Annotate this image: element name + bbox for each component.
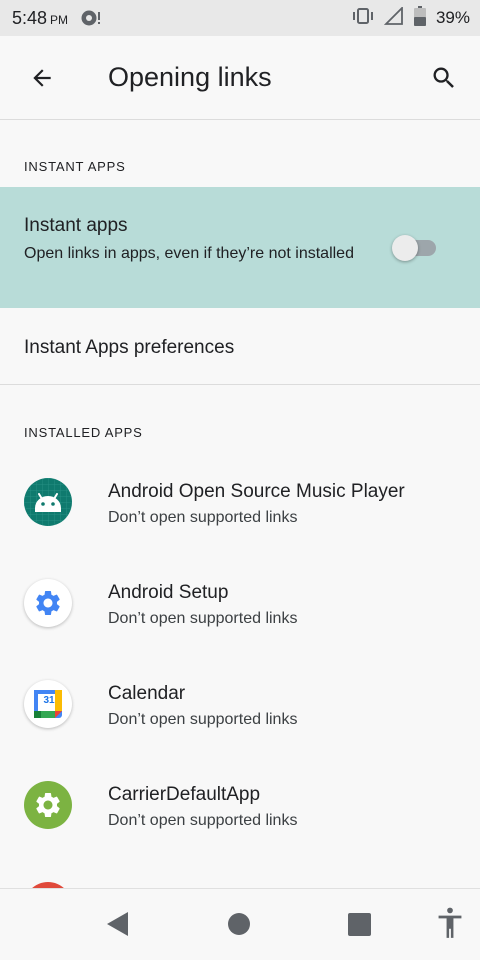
- accessibility-icon[interactable]: [436, 907, 464, 944]
- status-time: 5:48: [12, 7, 48, 28]
- app-link-status: Don’t open supported links: [108, 509, 298, 526]
- status-clock: 5:48 PM: [12, 8, 68, 29]
- app-link-status: Don’t open supported links: [108, 812, 298, 829]
- calendar-icon: 31: [24, 680, 72, 728]
- status-bar: 5:48 PM 39%: [0, 0, 480, 36]
- nav-back-icon[interactable]: [106, 911, 130, 942]
- list-item[interactable]: CarrierDefaultApp Don’t open supported l…: [0, 755, 480, 855]
- battery-icon: [413, 5, 426, 31]
- instant-apps-switch[interactable]: [392, 235, 440, 261]
- list-item[interactable]: 31 Calendar Don’t open supported links: [0, 654, 480, 754]
- instant-apps-title: Instant apps: [24, 215, 128, 236]
- gear-icon: [24, 781, 72, 829]
- signal-icon: [383, 5, 404, 30]
- back-button[interactable]: [22, 62, 62, 94]
- android-icon: [24, 478, 72, 526]
- list-item[interactable]: Android Setup Don’t open supported links: [0, 553, 480, 653]
- notification-icon: [80, 9, 102, 27]
- search-icon: [433, 67, 454, 88]
- switch-thumb: [392, 235, 418, 261]
- section-header-installed-apps: INSTALLED APPS: [24, 425, 143, 440]
- status-icons: 39%: [352, 5, 470, 31]
- navigation-bar: [0, 888, 480, 960]
- app-bar: Opening links: [0, 36, 480, 120]
- instant-apps-summary: Open links in apps, even if they’re not …: [24, 245, 354, 262]
- status-ampm: PM: [50, 12, 69, 27]
- section-header-instant-apps: INSTANT APPS: [24, 159, 126, 174]
- battery-percent: 39%: [435, 8, 470, 27]
- app-name: Android Setup: [108, 582, 229, 603]
- search-button[interactable]: [426, 60, 462, 96]
- calendar-day: 31: [43, 695, 55, 706]
- app-name: Android Open Source Music Player: [108, 481, 405, 502]
- page-title: Opening links: [108, 62, 272, 92]
- back-arrow-icon: [33, 69, 51, 87]
- app-link-status: Don’t open supported links: [108, 711, 298, 728]
- vibrate-icon: [352, 7, 374, 30]
- nav-home-icon[interactable]: [228, 913, 250, 935]
- list-item[interactable]: Android Open Source Music Player Don’t o…: [0, 452, 480, 552]
- instant-apps-preferences-row[interactable]: Instant Apps preferences: [0, 309, 480, 385]
- instant-apps-preferences-label: Instant Apps preferences: [24, 337, 235, 358]
- app-link-status: Don’t open supported links: [108, 610, 298, 627]
- app-name: Calendar: [108, 683, 186, 704]
- gear-icon: [24, 579, 72, 627]
- app-name: CarrierDefaultApp: [108, 784, 261, 805]
- nav-recents-icon[interactable]: [348, 913, 371, 936]
